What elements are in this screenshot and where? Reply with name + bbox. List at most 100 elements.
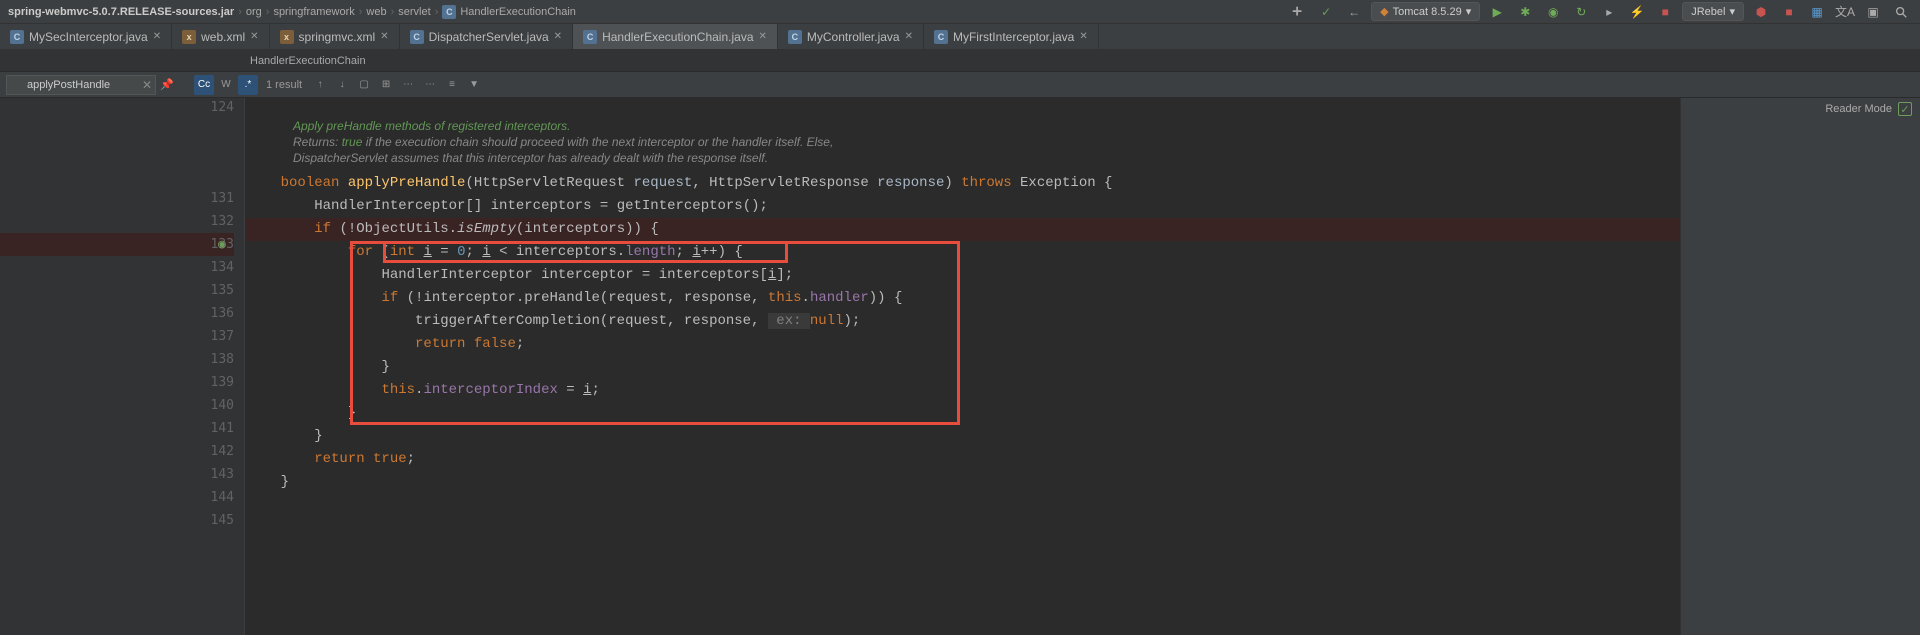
line-number[interactable]: 135 (0, 279, 234, 302)
match-case-toggle[interactable]: Cc (194, 75, 214, 95)
translate-icon[interactable]: 文A (1834, 2, 1856, 22)
line-number[interactable]: 137 (0, 325, 234, 348)
line-number[interactable]: 138 (0, 348, 234, 371)
back-icon[interactable]: ← (1343, 2, 1365, 22)
check-icon: ✓ (1898, 102, 1912, 116)
close-icon[interactable]: ✕ (554, 31, 562, 42)
close-icon[interactable]: ✕ (759, 31, 767, 42)
tab-myfirstinterceptor[interactable]: CMyFirstInterceptor.java✕ (924, 24, 1099, 49)
debug-icon[interactable]: ✱ (1514, 2, 1536, 22)
code-line[interactable]: } (245, 356, 1680, 379)
code-line[interactable]: for (int i = 0; i < interceptors.length;… (245, 241, 1680, 264)
context-class[interactable]: HandlerExecutionChain (250, 55, 366, 67)
close-icon[interactable]: ✕ (905, 31, 913, 42)
select-all-icon[interactable]: ▢ (354, 75, 374, 95)
code-line[interactable]: triggerAfterCompletion(request, response… (245, 310, 1680, 333)
editor-area: 124 131 132 ◉133 134 135 136 137 138 139… (0, 98, 1920, 635)
stop-icon[interactable]: ■ (1654, 2, 1676, 22)
code-editor[interactable]: Apply preHandle methods of registered in… (245, 98, 1680, 635)
breadcrumb-item[interactable]: org (246, 6, 262, 18)
code-line[interactable]: if (!interceptor.preHandle(request, resp… (245, 287, 1680, 310)
regex-toggle[interactable]: .* (238, 75, 258, 95)
settings-icon[interactable]: ≡ (442, 75, 462, 95)
tab-dispatcherservlet[interactable]: CDispatcherServlet.java✕ (400, 24, 573, 49)
file-icon: C (788, 30, 802, 44)
attach-icon[interactable]: ▸ (1598, 2, 1620, 22)
tab-handlerexecutionchain[interactable]: CHandlerExecutionChain.java✕ (573, 24, 778, 49)
reader-mode-toggle[interactable]: Reader Mode ✓ (1825, 102, 1912, 116)
close-icon[interactable]: ✕ (380, 31, 388, 42)
cloud-icon[interactable]: ⬢ (1750, 2, 1772, 22)
line-number[interactable]: 142 (0, 440, 234, 463)
file-icon: C (410, 30, 424, 44)
tab-springmvcxml[interactable]: xspringmvc.xml✕ (270, 24, 400, 49)
code-line[interactable]: } (245, 425, 1680, 448)
more-icon[interactable]: ⋯ (398, 75, 418, 95)
breadcrumb-item[interactable]: web (366, 6, 386, 18)
line-number[interactable]: 139 (0, 371, 234, 394)
code-line[interactable]: } (245, 471, 1680, 494)
code-line[interactable]: HandlerInterceptor interceptor = interce… (245, 264, 1680, 287)
close-icon[interactable]: ✕ (153, 31, 161, 42)
code-line[interactable]: this.interceptorIndex = i; (245, 379, 1680, 402)
more2-icon[interactable]: ⋯ (420, 75, 440, 95)
run-icon[interactable]: ▶ (1486, 2, 1508, 22)
javadoc: Returns: true if the execution chain sho… (245, 134, 1680, 150)
line-number[interactable]: 131 (0, 187, 234, 210)
breadcrumb[interactable]: spring-webmvc-5.0.7.RELEASE-sources.jar … (8, 5, 1287, 19)
next-match-icon[interactable]: ↓ (332, 75, 352, 95)
stop2-icon[interactable]: ■ (1778, 2, 1800, 22)
code-line[interactable]: HandlerInterceptor[] interceptors = getI… (245, 195, 1680, 218)
breadcrumb-item[interactable]: servlet (398, 6, 430, 18)
profile-icon[interactable]: ↻ (1570, 2, 1592, 22)
tab-webxml[interactable]: xweb.xml✕ (172, 24, 269, 49)
tab-mysecinterceptor[interactable]: CMySecInterceptor.java✕ (0, 24, 172, 49)
words-toggle[interactable]: W (216, 75, 236, 95)
structure-icon[interactable]: ▦ (1806, 2, 1828, 22)
code-line[interactable]: return true; (245, 448, 1680, 471)
filter-icon[interactable]: ▼ (464, 75, 484, 95)
run-config-dropdown[interactable]: ◆ Tomcat 8.5.29 ▾ (1371, 2, 1480, 21)
close-icon[interactable]: ✕ (250, 31, 258, 42)
code-line[interactable] (245, 494, 1680, 517)
line-number[interactable]: 140 (0, 394, 234, 417)
code-line[interactable]: boolean applyPreHandle(HttpServletReques… (245, 172, 1680, 195)
coverage-icon[interactable]: ◉ (1542, 2, 1564, 22)
breakpoint-icon[interactable]: ◉ (218, 233, 226, 256)
search-icon[interactable] (1890, 2, 1912, 22)
line-number (0, 141, 234, 164)
close-icon[interactable]: ✕ (1079, 31, 1087, 42)
line-number[interactable]: 144 (0, 486, 234, 509)
code-line[interactable] (245, 98, 1680, 118)
pin-icon[interactable]: 📌 (160, 78, 174, 91)
code-line[interactable]: } (245, 402, 1680, 425)
vcs-icon[interactable] (1287, 2, 1309, 22)
code-line[interactable]: return false; (245, 333, 1680, 356)
chevron-right-icon: › (266, 6, 270, 18)
jrebel-dropdown[interactable]: JRebel ▾ (1682, 2, 1744, 21)
update-icon[interactable]: ✓ (1315, 2, 1337, 22)
line-number[interactable]: 132 (0, 210, 234, 233)
tab-mycontroller[interactable]: CMyController.java✕ (778, 24, 924, 49)
line-number[interactable]: 141 (0, 417, 234, 440)
line-number[interactable]: 136 (0, 302, 234, 325)
add-selection-icon[interactable]: ⊞ (376, 75, 396, 95)
code-line[interactable]: if (!ObjectUtils.isEmpty(interceptors)) … (245, 218, 1680, 241)
breadcrumb-item[interactable]: spring-webmvc-5.0.7.RELEASE-sources.jar (8, 6, 234, 18)
find-input[interactable] (6, 75, 156, 95)
line-number[interactable]: 143 (0, 463, 234, 486)
breadcrumb-item[interactable]: springframework (273, 6, 354, 18)
hotswap-icon[interactable]: ⚡ (1626, 2, 1648, 22)
file-icon: C (934, 30, 948, 44)
context-bar: HandlerExecutionChain (0, 50, 1920, 72)
toolbar-right: ✓ ← ◆ Tomcat 8.5.29 ▾ ▶ ✱ ◉ ↻ ▸ ⚡ ■ JReb… (1287, 2, 1912, 22)
line-number[interactable]: ◉133 (0, 233, 234, 256)
breadcrumb-item[interactable]: HandlerExecutionChain (460, 6, 576, 18)
line-number[interactable]: 124 (0, 98, 234, 118)
prev-match-icon[interactable]: ↑ (310, 75, 330, 95)
clear-icon[interactable]: ✕ (142, 78, 152, 92)
layout-icon[interactable]: ▣ (1862, 2, 1884, 22)
gutter[interactable]: 124 131 132 ◉133 134 135 136 137 138 139… (0, 98, 245, 635)
line-number[interactable]: 134 (0, 256, 234, 279)
line-number[interactable]: 145 (0, 509, 234, 532)
